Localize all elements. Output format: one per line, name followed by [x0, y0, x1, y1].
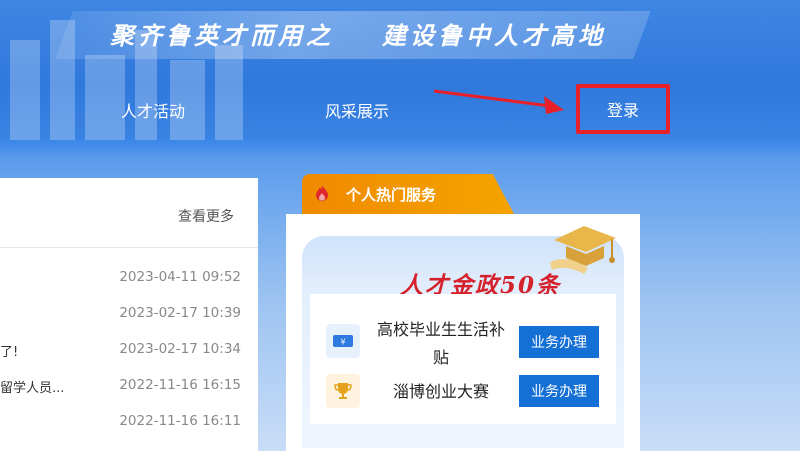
nav-talent-activities[interactable]: 人才活动 [121, 98, 185, 122]
news-panel-header: 查看更多 [0, 178, 258, 248]
service-action-button[interactable]: 业务办理 [519, 375, 599, 407]
hot-services-tab: 个人热门服务 [302, 174, 514, 214]
news-panel: 查看更多 2023-04-11 09:52 2023-02-17 10:39 了… [0, 178, 258, 451]
news-date: 2023-02-17 10:39 [119, 305, 241, 321]
news-date: 2022-11-16 16:11 [119, 413, 241, 429]
news-row[interactable]: 了! 2023-02-17 10:34 [0, 332, 258, 368]
services-panel: 人才金政50条 ¥ 高校毕业生生活补贴 业务办理 淄博创业大赛 业务办理 [286, 214, 640, 451]
policy-card: 人才金政50条 ¥ 高校毕业生生活补贴 业务办理 淄博创业大赛 业务办理 [302, 226, 624, 448]
news-date: 2023-04-11 09:52 [119, 269, 241, 285]
slogan-left: 聚齐鲁英才而用之 [110, 21, 334, 50]
service-item: 淄博创业大赛 业务办理 [310, 374, 616, 414]
news-row[interactable]: 2023-04-11 09:52 [0, 260, 258, 296]
news-row[interactable]: 2023-02-17 10:39 [0, 296, 258, 332]
news-date: 2022-11-16 16:15 [119, 377, 241, 393]
service-item: ¥ 高校毕业生生活补贴 业务办理 [310, 316, 616, 372]
trophy-icon [326, 374, 360, 408]
login-label: 登录 [606, 101, 639, 120]
news-title: 了! [0, 345, 19, 360]
subsidy-ticket-icon: ¥ [326, 324, 360, 358]
slogan-right: 建设鲁中人才高地 [382, 21, 606, 50]
service-list: ¥ 高校毕业生生活补贴 业务办理 淄博创业大赛 业务办理 [310, 294, 616, 424]
site-header: 聚齐鲁英才而用之 建设鲁中人才高地 人才活动 风采展示 登录 [0, 0, 800, 140]
svg-text:¥: ¥ [340, 338, 345, 347]
news-row[interactable]: 留学人员... 2022-11-16 16:15 [0, 368, 258, 404]
service-name: 高校毕业生生活补贴 [376, 320, 505, 367]
service-name: 淄博创业大赛 [392, 382, 489, 401]
hot-services-label: 个人热门服务 [346, 186, 437, 204]
news-row[interactable]: 2022-11-16 16:11 [0, 404, 258, 440]
service-action-button[interactable]: 业务办理 [519, 326, 599, 358]
fire-icon [316, 185, 328, 201]
news-title: 留学人员... [0, 381, 65, 396]
login-button[interactable]: 登录 [576, 84, 670, 134]
news-date: 2023-02-17 10:34 [119, 341, 241, 357]
nav-showcase[interactable]: 风采展示 [325, 98, 389, 122]
view-more-link[interactable]: 查看更多 [178, 206, 234, 226]
annotation-arrow-icon [433, 89, 564, 114]
